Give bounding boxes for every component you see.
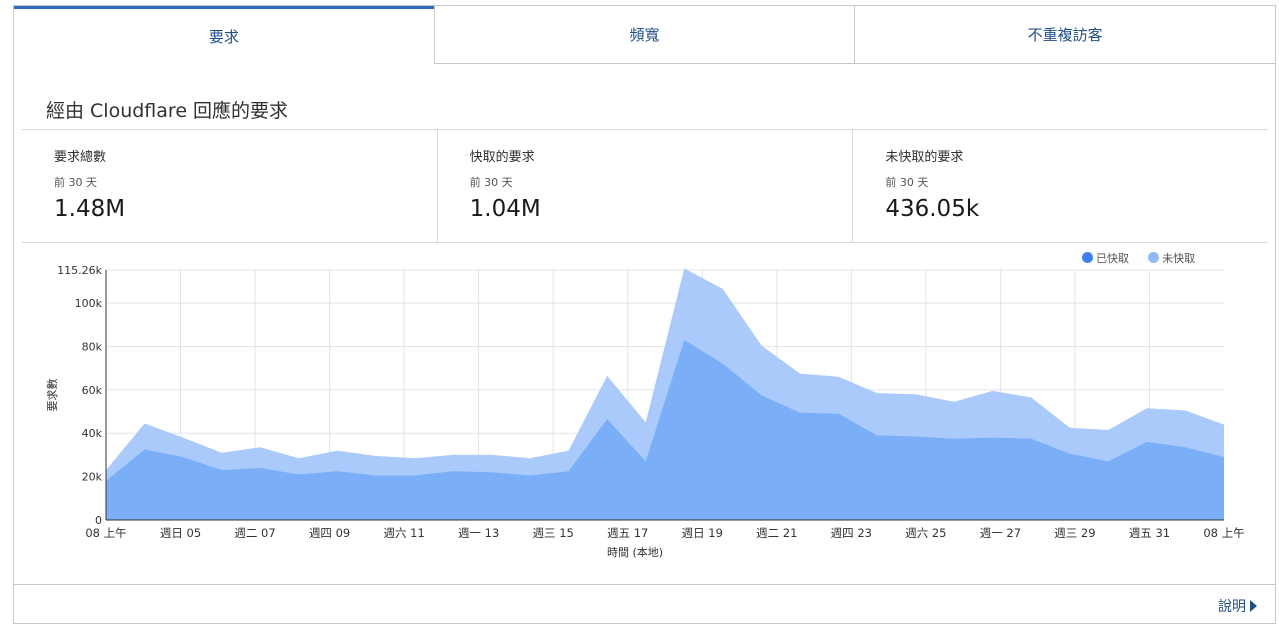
x-tick-label: 週六 11: [383, 526, 424, 540]
x-tick-label: 08 上午: [1203, 526, 1244, 540]
tab-unique-visitors[interactable]: 不重複訪客: [854, 6, 1276, 64]
stat-cached-requests: 快取的要求 前 30 天 1.04M: [436, 130, 853, 242]
stats-row: 要求總數 前 30 天 1.48M 快取的要求 前 30 天 1.04M 未快取…: [22, 129, 1268, 243]
y-tick-label: 60k: [82, 384, 103, 397]
x-tick-label: 週五 31: [1129, 526, 1170, 540]
x-tick-label: 週四 23: [831, 526, 872, 540]
stat-label: 快取的要求: [469, 150, 535, 165]
x-tick-label: 週六 25: [905, 526, 946, 540]
stat-total-requests: 要求總數 前 30 天 1.48M: [22, 130, 437, 242]
y-axis-label: 要求數: [46, 379, 59, 412]
x-tick-label: 週日 05: [160, 526, 201, 540]
stat-period: 前 30 天: [54, 176, 97, 189]
x-tick-label: 週四 09: [309, 526, 350, 540]
x-tick-label: 週五 17: [607, 526, 648, 540]
x-tick-label: 週二 07: [234, 526, 275, 540]
y-tick-label: 40k: [82, 427, 103, 440]
stat-label: 要求總數: [54, 150, 107, 165]
tab-bandwidth[interactable]: 頻寬: [433, 6, 855, 64]
section-title: 經由 Cloudflare 回應的要求: [46, 100, 289, 122]
stat-uncached-requests: 未快取的要求 前 30 天 436.05k: [852, 130, 1268, 242]
x-tick-label: 週三 15: [533, 526, 574, 540]
x-tick-label: 週日 19: [682, 526, 723, 540]
x-tick-label: 週一 27: [980, 526, 1021, 540]
x-tick-label: 08 上午: [85, 526, 126, 540]
y-tick-label: 115.26k: [57, 264, 102, 277]
x-tick-label: 週二 21: [756, 526, 797, 540]
stat-value: 1.04M: [469, 196, 541, 222]
stat-value: 436.05k: [885, 196, 980, 222]
x-tick-label: 週一 13: [458, 526, 499, 540]
x-axis-label: 時間 (本地): [607, 545, 663, 559]
requests-area-chart: 020k40k60k80k100k115.26k08 上午 週日 05 週二 07 週…: [46, 264, 1245, 559]
stat-label: 未快取的要求: [885, 150, 964, 165]
y-tick-label: 20k: [82, 471, 103, 484]
help-label: 說明: [1218, 599, 1246, 615]
stat-value: 1.48M: [54, 196, 126, 222]
footer-divider: [14, 584, 1275, 585]
tab-requests[interactable]: 要求: [14, 6, 434, 64]
y-tick-label: 100k: [75, 297, 103, 310]
stat-period: 前 30 天: [469, 176, 513, 189]
stat-period: 前 30 天: [885, 176, 929, 189]
help-link[interactable]: 說明: [1218, 596, 1257, 616]
x-tick-label: 週三 29: [1054, 526, 1095, 540]
tab-bar: 要求 頻寬 不重複訪客: [14, 6, 1276, 64]
y-tick-label: 80k: [82, 340, 103, 353]
triangle-right-icon: [1250, 600, 1257, 612]
